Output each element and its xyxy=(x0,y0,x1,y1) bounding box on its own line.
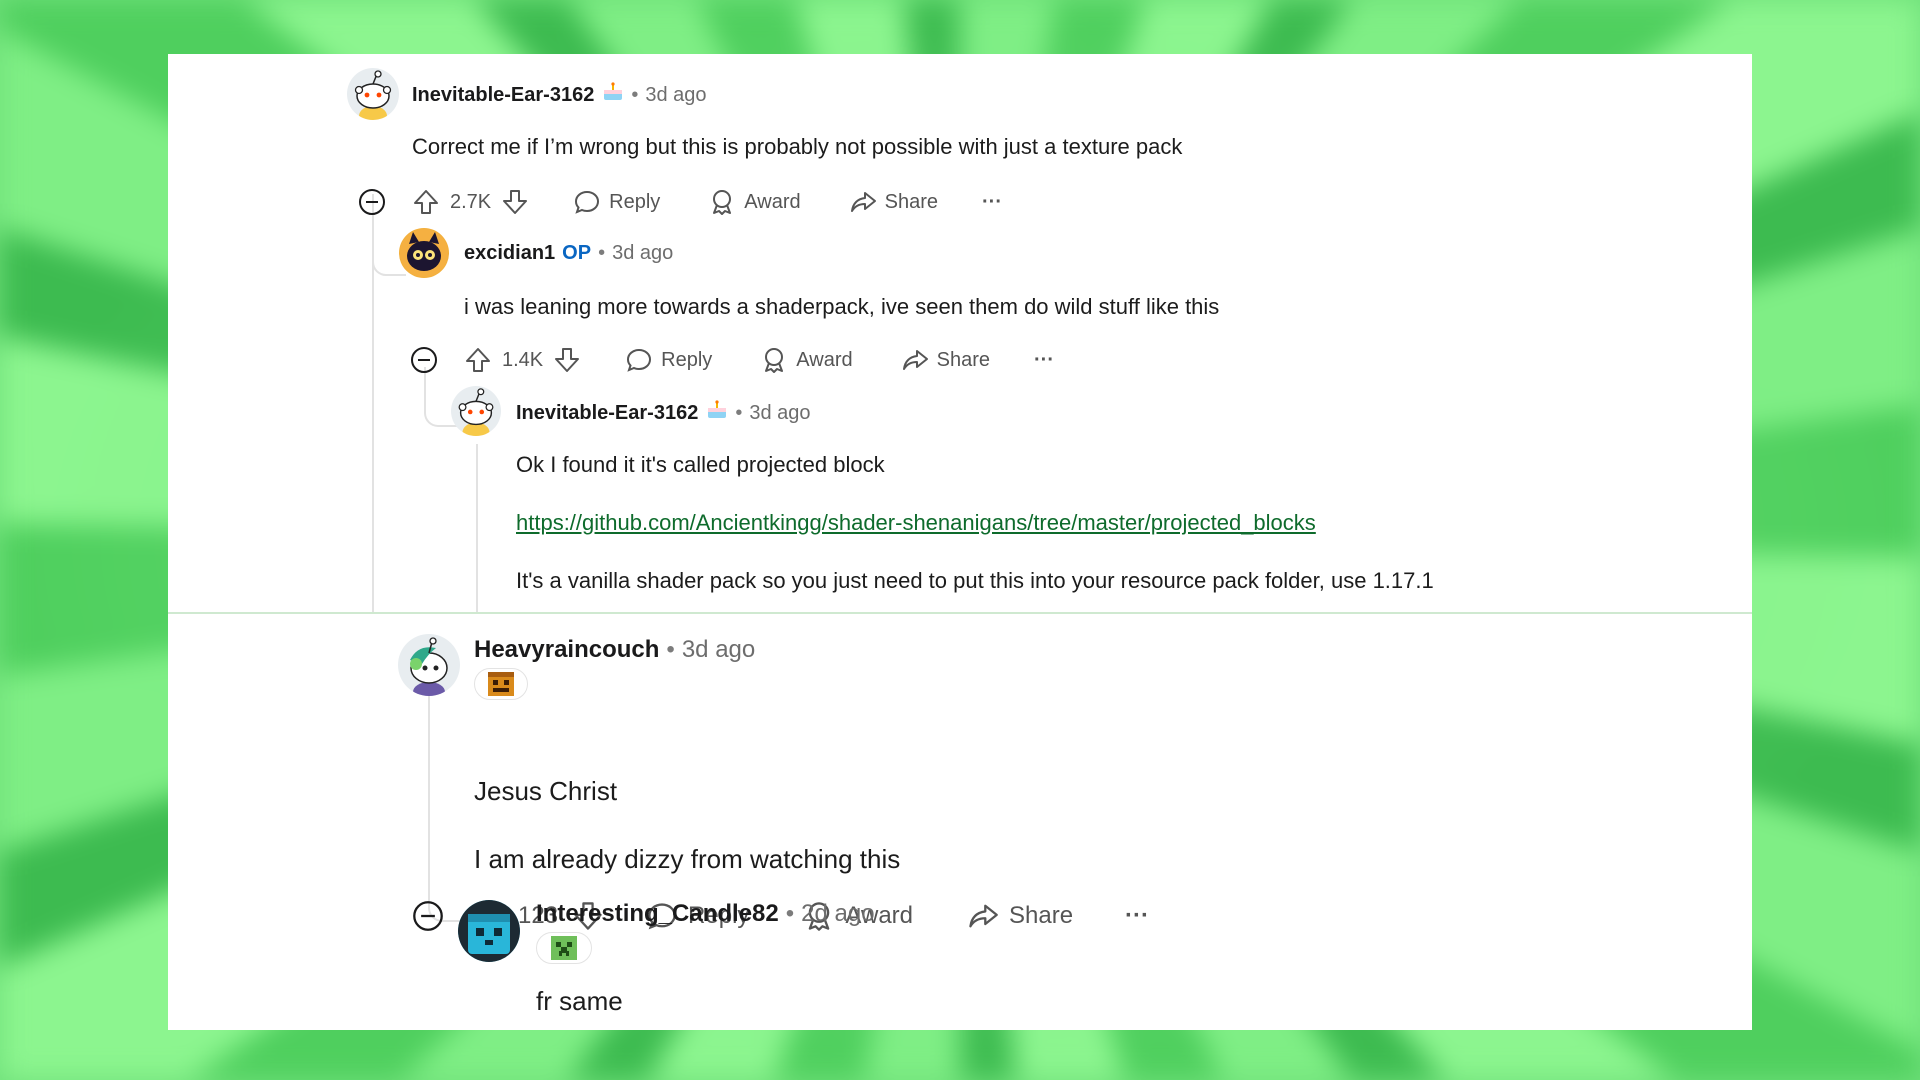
comment-timestamp[interactable]: 3d ago xyxy=(612,242,673,265)
comment-timestamp[interactable]: 3d ago xyxy=(749,402,810,425)
thread-line-3 xyxy=(476,444,478,612)
award-label: Award xyxy=(744,190,801,213)
snoo-avatar-icon xyxy=(458,388,494,436)
upvote-icon[interactable] xyxy=(464,346,492,374)
share-button[interactable]: Share xyxy=(901,346,990,374)
award-icon xyxy=(765,348,784,373)
comment-body: fr same xyxy=(536,986,623,1016)
vote-count: 1.4K xyxy=(502,348,544,371)
more-icon[interactable]: ··· xyxy=(982,191,1002,214)
comment-body-line-2: It's a vanilla shader pack so you just n… xyxy=(516,568,1434,593)
separator-dot: • xyxy=(735,401,743,424)
snoo-avatar-icon xyxy=(354,70,392,120)
comment-timestamp[interactable]: 2d ago xyxy=(801,900,874,928)
thread-line-4 xyxy=(428,668,430,886)
more-icon[interactable]: ··· xyxy=(1125,902,1149,930)
avatar[interactable] xyxy=(451,386,501,436)
op-badge: OP xyxy=(562,242,592,264)
avatar[interactable] xyxy=(399,228,449,278)
share-icon xyxy=(850,192,876,212)
section-divider xyxy=(168,612,1752,614)
reply-icon xyxy=(575,190,600,214)
collapse-icon[interactable] xyxy=(410,346,438,374)
comment-body: Correct me if I’m wrong but this is prob… xyxy=(412,134,1183,159)
cake-icon xyxy=(602,82,624,108)
comment-body-line-2: I am already dizzy from watching this xyxy=(474,844,901,874)
comment-author[interactable]: Heavyraincouch xyxy=(474,636,659,664)
more-icon[interactable]: ··· xyxy=(1034,349,1054,372)
share-label: Share xyxy=(936,348,990,371)
award-button[interactable]: Award xyxy=(708,188,801,216)
reply-icon xyxy=(627,348,652,372)
user-flair xyxy=(536,932,592,964)
award-button[interactable]: Award xyxy=(760,346,853,374)
cake-icon xyxy=(706,400,728,426)
share-button[interactable]: Share xyxy=(849,188,938,216)
comment-panel: Inevitable-Ear-3162 • 3d ago Correct me … xyxy=(168,54,1752,1030)
avatar[interactable] xyxy=(347,68,399,120)
comment-author[interactable]: excidian1 xyxy=(464,242,555,265)
creeper-flair-icon xyxy=(551,936,577,960)
comment-timestamp[interactable]: 3d ago xyxy=(645,84,706,107)
user-flair xyxy=(474,668,528,700)
avatar[interactable] xyxy=(458,900,520,962)
collapse-icon[interactable] xyxy=(412,900,444,932)
award-icon xyxy=(713,190,732,215)
reply-button[interactable]: Reply xyxy=(625,346,712,374)
character-avatar-icon xyxy=(410,637,448,696)
share-label: Share xyxy=(884,190,938,213)
award-label: Award xyxy=(796,348,853,371)
comment-timestamp[interactable]: 3d ago xyxy=(682,636,755,664)
upvote-icon[interactable] xyxy=(412,188,440,216)
share-label: Share xyxy=(1009,902,1074,929)
separator-dot: • xyxy=(631,83,639,106)
reply-button[interactable]: Reply xyxy=(573,188,660,216)
reply-label: Reply xyxy=(609,190,661,213)
github-link[interactable]: https://github.com/Ancientkingg/shader-s… xyxy=(516,510,1316,536)
separator-dot: • xyxy=(598,242,606,264)
comment-author[interactable]: Inevitable-Ear-3162 xyxy=(516,402,698,425)
collapse-icon[interactable] xyxy=(358,188,386,216)
blue-block-avatar-icon xyxy=(458,900,520,962)
reply-label: Reply xyxy=(661,348,713,371)
downvote-icon[interactable] xyxy=(553,346,581,374)
vote-count: 2.7K xyxy=(450,190,492,213)
comment-author[interactable]: Interesting_Candle82 xyxy=(536,900,779,928)
dark-character-avatar-icon xyxy=(400,229,448,277)
avatar[interactable] xyxy=(398,634,460,696)
separator-dot: • xyxy=(785,900,795,927)
share-button[interactable]: Share xyxy=(967,900,1073,932)
share-icon xyxy=(969,904,998,928)
downvote-icon[interactable] xyxy=(501,188,529,216)
comment-body: i was leaning more towards a shaderpack,… xyxy=(464,294,1220,319)
comment-author[interactable]: Inevitable-Ear-3162 xyxy=(412,84,594,107)
comment-body-line-1: Ok I found it it's called projected bloc… xyxy=(516,452,885,477)
comment-body-line-1: Jesus Christ xyxy=(474,776,618,806)
pumpkin-block-flair-icon xyxy=(488,672,514,696)
share-icon xyxy=(902,350,928,370)
separator-dot: • xyxy=(666,636,675,663)
